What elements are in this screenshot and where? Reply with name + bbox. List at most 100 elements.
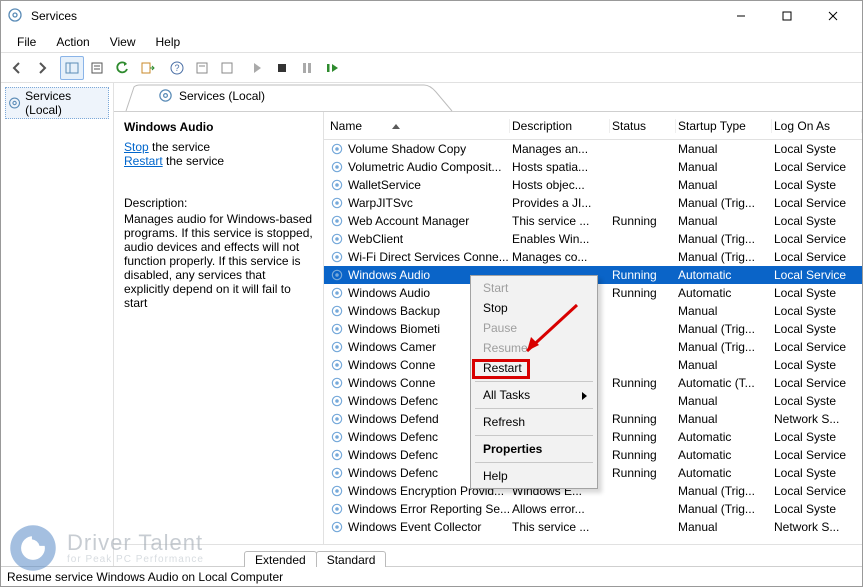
table-row[interactable]: WebClientEnables Win...Manual (Trig...Lo… [324, 230, 862, 248]
minimize-button[interactable] [718, 1, 764, 31]
cell-status: Running [610, 430, 676, 444]
cell-logon: Local Service [772, 268, 862, 282]
cell-startup: Manual [676, 304, 772, 318]
gear-icon [330, 250, 344, 264]
cell-logon: Local Syste [772, 214, 862, 228]
cell-name: Windows Defend [348, 412, 439, 426]
table-row[interactable]: WarpJITSvcProvides a JI...Manual (Trig..… [324, 194, 862, 212]
restart-service-link[interactable]: Restart [124, 154, 163, 168]
gear-icon [330, 322, 344, 336]
col-name[interactable]: Name [324, 119, 510, 133]
table-row[interactable]: Volume Shadow CopyManages an...ManualLoc… [324, 140, 862, 158]
cell-logon: Local Service [772, 232, 862, 246]
table-row[interactable]: Windows Error Reporting Se...Allows erro… [324, 500, 862, 518]
gear-icon [330, 412, 344, 426]
cell-status: Running [610, 412, 676, 426]
close-button[interactable] [810, 1, 856, 31]
col-desc[interactable]: Description [510, 119, 610, 133]
show-hide-tree-button[interactable] [60, 56, 84, 80]
cell-startup: Manual [676, 160, 772, 174]
cell-desc: Enables Win... [510, 232, 610, 246]
cell-startup: Manual (Trig... [676, 232, 772, 246]
description-label: Description: [124, 196, 313, 210]
nav-back-button[interactable] [5, 56, 29, 80]
properties-button[interactable] [190, 56, 214, 80]
tree-root-item[interactable]: Services (Local) [5, 87, 109, 119]
cell-logon: Local Service [772, 250, 862, 264]
cell-logon: Local Syste [772, 502, 862, 516]
cell-desc: Manages an... [510, 142, 610, 156]
cell-name: Windows Error Reporting Se... [348, 502, 510, 516]
gear-icon [330, 376, 344, 390]
gear-icon [330, 304, 344, 318]
cell-startup: Manual [676, 520, 772, 534]
ctx-stop[interactable]: Stop [473, 298, 595, 318]
table-row[interactable]: Volumetric Audio Composit...Hosts spatia… [324, 158, 862, 176]
help-button[interactable]: ? [165, 56, 189, 80]
restart-button[interactable] [320, 56, 344, 80]
ctx-properties[interactable]: Properties [473, 439, 595, 459]
app-icon [7, 7, 25, 25]
table-row[interactable]: WalletServiceHosts objec...ManualLocal S… [324, 176, 862, 194]
menu-file[interactable]: File [9, 33, 44, 51]
ctx-restart[interactable]: Restart [473, 358, 595, 378]
ctx-all-tasks[interactable]: All Tasks [473, 385, 595, 405]
table-row[interactable]: Web Account ManagerThis service ...Runni… [324, 212, 862, 230]
ctx-separator [475, 435, 593, 436]
menu-help[interactable]: Help [148, 33, 189, 51]
cell-startup: Manual [676, 142, 772, 156]
cell-desc: Manages co... [510, 250, 610, 264]
detail-pane: Windows Audio Stop the service Restart t… [114, 112, 324, 544]
gear-icon [330, 394, 344, 408]
col-startup[interactable]: Startup Type [676, 119, 772, 133]
cell-name: WarpJITSvc [348, 196, 413, 210]
bottom-tabs: Extended Standard [114, 544, 862, 566]
tab-extended[interactable]: Extended [244, 551, 317, 567]
selected-service-title: Windows Audio [124, 120, 213, 134]
col-status[interactable]: Status [610, 119, 676, 133]
cell-startup: Automatic [676, 466, 772, 480]
stop-service-link[interactable]: Stop [124, 140, 149, 154]
gear-icon [330, 430, 344, 444]
menu-action[interactable]: Action [48, 33, 97, 51]
restart-suffix: the service [163, 154, 224, 168]
col-logon[interactable]: Log On As [772, 119, 862, 133]
toolbar: ? [1, 53, 862, 83]
stop-button[interactable] [270, 56, 294, 80]
cell-startup: Automatic [676, 286, 772, 300]
tool-placeholder-icon[interactable] [215, 56, 239, 80]
gear-icon [330, 502, 344, 516]
cell-name: Windows Audio [348, 268, 430, 282]
play-button[interactable] [245, 56, 269, 80]
ctx-separator [475, 381, 593, 382]
view-tab-header: Services (Local) [114, 83, 862, 111]
pause-button[interactable] [295, 56, 319, 80]
cell-startup: Manual [676, 394, 772, 408]
ctx-refresh[interactable]: Refresh [473, 412, 595, 432]
cell-startup: Automatic [676, 448, 772, 462]
ctx-help[interactable]: Help [473, 466, 595, 486]
window-title: Services [31, 9, 77, 23]
refresh-button[interactable] [110, 56, 134, 80]
cell-status: Running [610, 214, 676, 228]
table-row[interactable]: Wi-Fi Direct Services Conne...Manages co… [324, 248, 862, 266]
gear-icon [330, 358, 344, 372]
cell-startup: Manual (Trig... [676, 340, 772, 354]
cell-status: Running [610, 286, 676, 300]
svg-text:?: ? [174, 63, 179, 73]
tree-root-label: Services (Local) [25, 89, 106, 117]
tab-standard[interactable]: Standard [316, 551, 387, 567]
gear-icon [330, 196, 344, 210]
gear-icon [330, 178, 344, 192]
nav-forward-button[interactable] [30, 56, 54, 80]
gear-icon [330, 286, 344, 300]
export-list-button[interactable] [85, 56, 109, 80]
cell-logon: Local Syste [772, 430, 862, 444]
cell-logon: Local Syste [772, 322, 862, 336]
maximize-button[interactable] [764, 1, 810, 31]
stop-suffix: the service [149, 140, 210, 154]
cell-startup: Automatic (T... [676, 376, 772, 390]
export-button[interactable] [135, 56, 159, 80]
menu-view[interactable]: View [102, 33, 144, 51]
table-row[interactable]: Windows Event CollectorThis service ...M… [324, 518, 862, 536]
